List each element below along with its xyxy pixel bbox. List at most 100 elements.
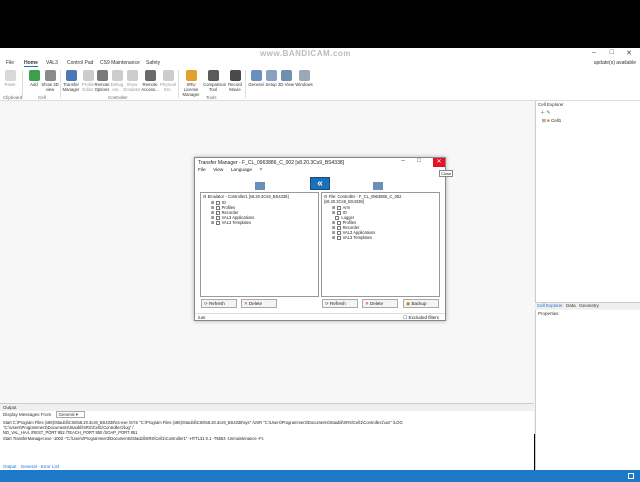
source-select[interactable]: General ▾ xyxy=(55,411,86,418)
tab-output[interactable]: Output xyxy=(3,464,17,469)
tree-item-cell1[interactable]: ⊟ ■ Cell1 xyxy=(536,117,640,125)
windows-icon xyxy=(298,70,310,81)
menu-help[interactable]: ? xyxy=(259,168,262,173)
minimize-icon[interactable]: – xyxy=(592,49,596,56)
dialog-menu: File View Language ? xyxy=(195,167,445,174)
menu-file[interactable]: File xyxy=(198,168,206,173)
emulator-title: Emulator - Controller1 [s8.20.3Cs9_BS433… xyxy=(207,194,289,199)
delete-label: Delete xyxy=(370,301,384,306)
output-log: Start C:\Program Files (x86)\Staubli\CS8… xyxy=(0,419,534,442)
setup-label: Setup xyxy=(265,82,277,87)
remote-access-icon xyxy=(144,70,156,81)
cell-icon: ■ xyxy=(547,118,550,123)
menu-view[interactable]: View xyxy=(213,168,223,173)
physical-icon xyxy=(162,70,174,81)
close-button[interactable]: ✕ xyxy=(433,158,445,167)
emulator-icon xyxy=(126,70,138,81)
refresh-label: Refresh xyxy=(209,301,225,306)
record-movie-button[interactable]: Record Movie xyxy=(225,70,245,92)
tab-control-pad[interactable]: Control Pad xyxy=(67,60,93,66)
tree-item-val3-templates[interactable]: ⊞ VAL3 Templates xyxy=(201,220,318,225)
node-label: VAL3 Templates xyxy=(221,220,252,225)
debug-icon xyxy=(111,70,123,81)
remote-access-button[interactable]: Remote Access... xyxy=(140,70,160,92)
tab-home[interactable]: Home xyxy=(24,60,38,67)
properties-panel: Properties xyxy=(535,310,640,470)
lock-icon xyxy=(185,70,197,81)
app-window: www.BANDICAM.com – □ ✕ File Home VAL3 Co… xyxy=(0,48,640,482)
menu-language[interactable]: Language xyxy=(231,168,252,173)
checkbox[interactable] xyxy=(336,235,341,240)
group-clipboard: Clipboard xyxy=(3,95,23,100)
status-icon[interactable] xyxy=(628,473,634,479)
paste-icon xyxy=(4,70,16,81)
group-tools: Tools xyxy=(206,95,217,100)
node-label: VAL3 Templates xyxy=(342,235,373,240)
3d-icon xyxy=(280,70,292,81)
log-line: Start C:\Program Files (x86)\Staubli\CS8… xyxy=(3,420,403,431)
title-bar: www.BANDICAM.com – □ ✕ xyxy=(0,48,640,59)
show-3d-view-button[interactable]: Show 3D view xyxy=(40,70,60,92)
comparison-tool-button[interactable]: Comparison Tool xyxy=(203,70,226,92)
emulator-panel: ⊟ Emulator - Controller1 [s8.20.3Cs9_BS4… xyxy=(200,192,319,297)
windows-button[interactable]: Windows xyxy=(294,70,314,87)
tab-cs9-maintenance[interactable]: CS9 Maintenance xyxy=(100,60,140,66)
tab-geometry[interactable]: Geometry xyxy=(579,303,599,308)
add-icon xyxy=(28,70,40,81)
3d-view-button[interactable]: 3D View xyxy=(276,70,296,87)
sru-license-manager-button[interactable]: SRU License Manager xyxy=(181,70,201,97)
maximize-icon[interactable]: □ xyxy=(610,49,614,56)
cell-explorer-title: Cell Explorer xyxy=(538,102,564,107)
group-cell: Cell xyxy=(38,95,46,100)
tree-item-val3-templates[interactable]: ⊞ VAL3 Templates xyxy=(322,235,439,240)
controller-tree-root[interactable]: ⊟ File: Controller - F_CL_0963886_C_002 … xyxy=(322,193,439,205)
excluded-filters-checkbox[interactable]: ☐ Excluded filters xyxy=(403,315,439,321)
tab-cell-explorer[interactable]: Cell Explorer xyxy=(537,303,563,308)
backup-icon: ▣ xyxy=(406,301,411,306)
3d-view-icon xyxy=(44,70,56,81)
tab-data[interactable]: Data xyxy=(566,303,576,308)
log-line: Start TransferManager.exe -1003 -"C:\Use… xyxy=(3,435,264,441)
transfer-left-button[interactable]: « xyxy=(310,177,330,190)
menu-file[interactable]: File xyxy=(6,60,14,66)
general-icon xyxy=(250,70,262,81)
refresh-label: Refresh xyxy=(330,301,346,306)
transfer-icon xyxy=(65,70,77,81)
checkbox[interactable] xyxy=(215,220,220,225)
refresh-icon: ⟳ xyxy=(204,301,208,306)
emulator-tree-root[interactable]: ⊟ Emulator - Controller1 [s8.20.3Cs9_BS4… xyxy=(201,193,318,200)
delete-label: Delete xyxy=(249,301,263,306)
left-delete-button[interactable]: ✕ Delete xyxy=(241,299,277,308)
dialog-status-bar: /usr ☐ Excluded filters xyxy=(195,313,445,321)
tab-val3[interactable]: VAL3 xyxy=(46,60,58,66)
transfer-manager-label: Transfer Manager xyxy=(62,82,80,92)
update-notice[interactable]: update(s) available xyxy=(594,60,636,66)
comparison-icon xyxy=(207,70,219,81)
show-emulator-label: Show Emulator xyxy=(123,82,141,92)
close-icon[interactable]: ✕ xyxy=(626,49,632,57)
excluded-filters-label: Excluded filters xyxy=(408,315,439,320)
show-emulator-button[interactable]: Show Emulator xyxy=(122,70,142,92)
3d-view-label: 3D View xyxy=(278,82,294,87)
tab-error-list[interactable]: General - Error List xyxy=(21,464,59,469)
status-bar xyxy=(0,470,640,482)
cell-explorer-panel: Cell Explorer ＋ ✎ ⊟ ■ Cell1 xyxy=(535,101,640,306)
status-path: /usr xyxy=(198,315,206,320)
right-delete-button[interactable]: ✕ Delete xyxy=(362,299,398,308)
right-refresh-button[interactable]: ⟳ Refresh xyxy=(322,299,358,308)
divider xyxy=(22,70,23,98)
paste-button[interactable]: Paste xyxy=(0,70,20,87)
output-title: Output xyxy=(0,404,534,411)
minimize-icon[interactable]: – xyxy=(397,158,409,167)
menu-bar: File Home VAL3 Control Pad CS9 Maintenan… xyxy=(0,59,640,67)
maximize-icon[interactable]: □ xyxy=(413,158,425,167)
left-refresh-button[interactable]: ⟳ Refresh xyxy=(201,299,237,308)
tab-safety[interactable]: Safety xyxy=(146,60,160,66)
record-movie-label: Record Movie xyxy=(228,82,242,92)
delete-icon: ✕ xyxy=(244,301,248,306)
backup-button[interactable]: ▣ Backup xyxy=(403,299,439,308)
side-tabs: Cell Explorer Data Geometry xyxy=(535,302,640,309)
physical-em-button[interactable]: Physical Em. xyxy=(158,70,178,92)
cell-explorer-toolbar[interactable]: ＋ ✎ xyxy=(536,108,640,117)
refresh-icon: ⟳ xyxy=(325,301,329,306)
